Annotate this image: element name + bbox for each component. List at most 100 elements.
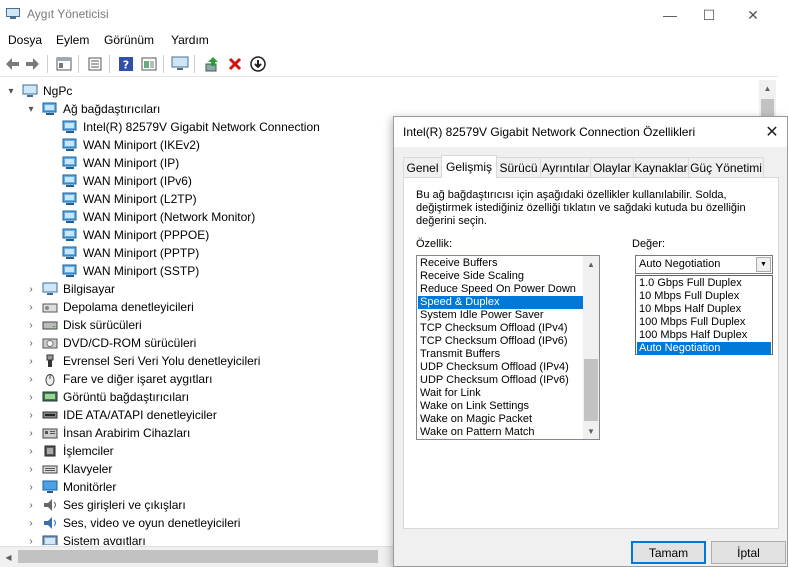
tree-category-bilgisayar[interactable]: › Bilgisayar: [24, 280, 115, 298]
tree-item-adapter[interactable]: WAN Miniport (Network Monitor): [44, 208, 255, 226]
property-item[interactable]: Reduce Speed On Power Down: [418, 283, 583, 296]
tree-category-fare-isaret-aygitlari[interactable]: › Fare ve diğer işaret aygıtları: [24, 370, 212, 388]
tab-genel[interactable]: Genel: [403, 157, 442, 177]
tree-category-disk-suruculeri[interactable]: › Disk sürücüleri: [24, 316, 141, 334]
property-item[interactable]: Wake on Link Settings: [418, 400, 583, 413]
scrollbar-thumb[interactable]: [18, 550, 378, 563]
maximize-button[interactable]: ☐: [686, 0, 732, 30]
tab-ayrintilar[interactable]: Ayrıntılar: [540, 157, 591, 177]
menu-eylem[interactable]: Eylem: [56, 33, 89, 47]
help-icon[interactable]: ?: [117, 55, 135, 73]
property-item[interactable]: Wake on Pattern Match: [418, 426, 583, 439]
scroll-up-arrow-icon[interactable]: ▲: [759, 80, 776, 97]
scroll-left-arrow-icon[interactable]: ◀: [0, 547, 17, 567]
tree-category-sistem-aygitlari[interactable]: › Sistem aygıtları: [24, 532, 146, 545]
chevron-right-icon[interactable]: ›: [24, 302, 38, 313]
forward-icon[interactable]: [24, 55, 42, 73]
chevron-right-icon[interactable]: ›: [24, 392, 38, 403]
chevron-right-icon[interactable]: ›: [24, 356, 38, 367]
tree-item-adapter[interactable]: WAN Miniport (PPPOE): [44, 226, 209, 244]
properties-icon[interactable]: [55, 55, 73, 73]
tree-category-usb-denetleyicileri[interactable]: › Evrensel Seri Veri Yolu denetleyicileri: [24, 352, 260, 370]
menu-dosya[interactable]: Dosya: [8, 33, 42, 47]
property-item[interactable]: Wait for Link: [418, 387, 583, 400]
tree-item-adapter[interactable]: Intel(R) 82579V Gigabit Network Connecti…: [44, 118, 320, 136]
menu-gorunum[interactable]: Görünüm: [104, 33, 154, 47]
update-driver-icon[interactable]: [203, 55, 221, 73]
value-option[interactable]: 1.0 Gbps Full Duplex: [637, 277, 771, 290]
tab-gelismis[interactable]: Gelişmiş: [441, 155, 497, 178]
tree-category-islemciler[interactable]: › İşlemciler: [24, 442, 113, 460]
tree-category-monitorler[interactable]: › Monitörler: [24, 478, 116, 496]
tree-item-adapter[interactable]: WAN Miniport (PPTP): [44, 244, 199, 262]
dialog-close-button[interactable]: ✕: [761, 121, 783, 143]
property-listbox[interactable]: Receive Buffers Receive Side Scaling Reduc…: [416, 255, 600, 440]
tree-item-adapter[interactable]: WAN Miniport (IPv6): [44, 172, 192, 190]
close-button[interactable]: ✕: [730, 0, 776, 30]
chevron-right-icon[interactable]: ›: [24, 482, 38, 493]
menu-yardim[interactable]: Yardım: [171, 33, 209, 47]
tree-root-ngpc[interactable]: ▾ NgPc: [4, 82, 72, 100]
property-item[interactable]: TCP Checksum Offload (IPv4): [418, 322, 583, 335]
property-item[interactable]: UDP Checksum Offload (IPv4): [418, 361, 583, 374]
scrollbar-thumb[interactable]: [584, 359, 598, 421]
chevron-right-icon[interactable]: ›: [24, 428, 38, 439]
show-hide-icon[interactable]: [86, 55, 104, 73]
tree-item-adapter[interactable]: WAN Miniport (IP): [44, 154, 179, 172]
value-combobox[interactable]: Auto Negotiation ▼: [635, 255, 773, 274]
chevron-right-icon[interactable]: ›: [24, 320, 38, 331]
tree-category-ide-ata-atapi[interactable]: › IDE ATA/ATAPI denetleyiciler: [24, 406, 217, 424]
chevron-right-icon[interactable]: ›: [24, 446, 38, 457]
tree-category-insan-arabirim-cihazlari[interactable]: › İnsan Arabirim Cihazları: [24, 424, 190, 442]
property-item[interactable]: Wake on Magic Packet: [418, 413, 583, 426]
tab-guc-yonetimi[interactable]: Güç Yönetimi: [688, 157, 764, 177]
tree-category-depolama-denetleyicileri[interactable]: › Depolama denetleyicileri: [24, 298, 193, 316]
computer-icon[interactable]: [171, 55, 189, 73]
tab-kaynaklar[interactable]: Kaynaklar: [633, 157, 689, 177]
chevron-right-icon[interactable]: ›: [24, 518, 38, 529]
tree-item-adapter[interactable]: WAN Miniport (SSTP): [44, 262, 199, 280]
value-option[interactable]: 100 Mbps Full Duplex: [637, 316, 771, 329]
scroll-down-arrow-icon[interactable]: ▼: [583, 423, 599, 439]
tree-category-ses-video-oyun[interactable]: › Ses, video ve oyun denetleyicileri: [24, 514, 240, 532]
tree-item-adapter[interactable]: WAN Miniport (IKEv2): [44, 136, 200, 154]
property-item[interactable]: Transmit Buffers: [418, 348, 583, 361]
chevron-right-icon[interactable]: ›: [24, 338, 38, 349]
property-item[interactable]: Receive Buffers: [418, 257, 583, 270]
property-list-scrollbar[interactable]: ▲ ▼: [583, 256, 599, 439]
value-option[interactable]: 10 Mbps Half Duplex: [637, 303, 771, 316]
property-item[interactable]: TCP Checksum Offload (IPv6): [418, 335, 583, 348]
tree-category-ses-giris-cikis[interactable]: › Ses girişleri ve çıkışları: [24, 496, 185, 514]
value-option[interactable]: 100 Mbps Half Duplex: [637, 329, 771, 342]
value-option-selected[interactable]: Auto Negotiation: [637, 342, 771, 355]
cancel-button[interactable]: İptal: [711, 541, 786, 564]
tab-olaylar[interactable]: Olaylar: [590, 157, 634, 177]
tab-surucu[interactable]: Sürücü: [496, 157, 541, 177]
tree-category-klavyeler[interactable]: › Klavyeler: [24, 460, 112, 478]
chevron-down-icon[interactable]: ▾: [24, 104, 38, 115]
property-item[interactable]: System Idle Power Saver: [418, 309, 583, 322]
tree-category-ag-bagdastiricilari[interactable]: ▾ Ağ bağdaştırıcıları: [24, 100, 160, 118]
property-item[interactable]: Receive Side Scaling: [418, 270, 583, 283]
chevron-right-icon[interactable]: ›: [24, 536, 38, 546]
chevron-down-icon[interactable]: ▾: [4, 86, 18, 97]
ok-button[interactable]: Tamam: [631, 541, 706, 564]
scroll-up-arrow-icon[interactable]: ▲: [583, 256, 599, 272]
chevron-right-icon[interactable]: ›: [24, 464, 38, 475]
view-icon[interactable]: [140, 55, 158, 73]
tree-category-goruntu-bagdastiricilari[interactable]: › Görüntü bağdaştırıcıları: [24, 388, 189, 406]
tree-item-adapter[interactable]: WAN Miniport (L2TP): [44, 190, 197, 208]
value-option[interactable]: 10 Mbps Full Duplex: [637, 290, 771, 303]
chevron-down-icon[interactable]: ▼: [756, 257, 771, 272]
chevron-right-icon[interactable]: ›: [24, 374, 38, 385]
main-horizontal-scrollbar[interactable]: ◀: [0, 546, 395, 567]
disable-icon[interactable]: [249, 55, 267, 73]
back-icon[interactable]: [3, 55, 21, 73]
property-item[interactable]: UDP Checksum Offload (IPv6): [418, 374, 583, 387]
uninstall-icon[interactable]: [226, 55, 244, 73]
chevron-right-icon[interactable]: ›: [24, 410, 38, 421]
tree-category-dvd-cd-rom-suruculeri[interactable]: › DVD/CD-ROM sürücüleri: [24, 334, 196, 352]
chevron-right-icon[interactable]: ›: [24, 500, 38, 511]
property-item-selected[interactable]: Speed & Duplex: [418, 296, 583, 309]
chevron-right-icon[interactable]: ›: [24, 284, 38, 295]
